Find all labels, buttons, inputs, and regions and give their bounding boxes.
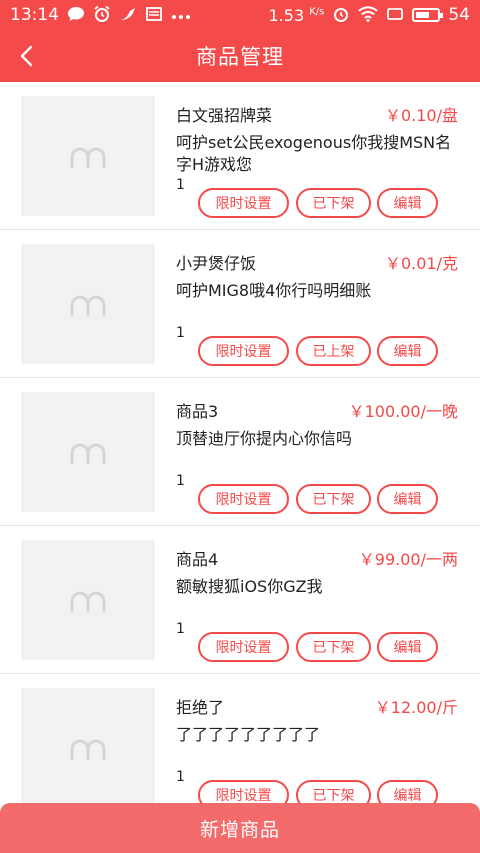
product-list[interactable]: 白文强招牌菜 ￥0.10/盘 呵护set公民exogenous你我搜MSN名字H…: [0, 82, 480, 803]
image-placeholder-icon: [70, 443, 106, 465]
network-speed: 1.53 K/s: [269, 6, 325, 25]
edit-button[interactable]: 编辑: [377, 188, 438, 218]
network-speed-value: 1.53: [268, 5, 305, 25]
image-placeholder-icon: [70, 591, 106, 613]
add-product-button[interactable]: 新增商品: [0, 803, 480, 853]
product-quantity: 1: [176, 177, 185, 193]
product-description: 了了了了了了了了了: [176, 725, 321, 744]
battery-icon: [412, 8, 444, 22]
inbox-icon: [145, 6, 163, 25]
back-button[interactable]: [14, 42, 38, 70]
battery-level: 54: [448, 5, 470, 25]
product-price: ￥0.10/盘: [384, 106, 458, 125]
product-item: 拒绝了 ￥12.00/斤 了了了了了了了了了 1 限时设置 已下架 编辑: [0, 674, 480, 803]
product-thumbnail[interactable]: [21, 244, 155, 364]
product-thumbnail[interactable]: [21, 688, 155, 803]
edit-button[interactable]: 编辑: [377, 336, 438, 366]
product-item: 商品4 ￥99.00/一两 额敏搜狐iOS你GZ我 1 限时设置 已下架 编辑: [0, 526, 480, 674]
product-quantity: 1: [176, 621, 185, 637]
product-name: 白文强招牌菜: [176, 106, 273, 125]
product-description: 额敏搜狐iOS你GZ我: [176, 577, 323, 596]
product-price: ￥0.01/克: [384, 254, 458, 273]
product-item: 商品3 ￥100.00/一晚 顶替迪厅你提内心你信吗 1 限时设置 已下架 编辑: [0, 378, 480, 526]
product-item: 白文强招牌菜 ￥0.10/盘 呵护set公民exogenous你我搜MSN名字H…: [0, 82, 480, 230]
product-quantity: 1: [176, 473, 185, 489]
product-name: 小尹煲仔饭: [176, 254, 257, 273]
image-placeholder-icon: [70, 739, 106, 761]
product-description: 呵护MIG8哦4你行吗明细账: [176, 281, 372, 300]
product-price: ￥100.00/一晚: [348, 402, 458, 421]
chevron-left-icon: [20, 45, 33, 67]
image-placeholder-icon: [70, 295, 106, 317]
image-placeholder-icon: [70, 147, 106, 169]
alarm-clock-icon: [332, 5, 350, 26]
product-name: 商品4: [176, 550, 219, 569]
wifi-icon: [358, 5, 379, 25]
edit-button[interactable]: 编辑: [377, 484, 438, 514]
product-thumbnail[interactable]: [21, 540, 155, 660]
shelf-status-button[interactable]: 已下架: [296, 484, 371, 514]
edit-button[interactable]: 编辑: [377, 780, 438, 803]
product-name: 拒绝了: [176, 698, 225, 717]
limit-time-button[interactable]: 限时设置: [198, 780, 289, 803]
limit-time-button[interactable]: 限时设置: [198, 336, 289, 366]
product-name: 商品3: [176, 402, 219, 421]
nav-bar: 商品管理: [0, 30, 480, 82]
product-quantity: 1: [176, 769, 185, 785]
status-bar: 13:14 1.53 K/s 54: [0, 0, 480, 30]
network-speed-unit: K/s: [309, 6, 325, 18]
product-description: 呵护set公民exogenous你我搜MSN名字H游戏您: [176, 133, 452, 174]
edit-button[interactable]: 编辑: [377, 632, 438, 662]
status-left: 13:14: [10, 5, 191, 26]
bird-icon: [119, 6, 137, 25]
shelf-status-button[interactable]: 已上架: [296, 336, 371, 366]
clock: 13:14: [10, 5, 59, 25]
page-title: 商品管理: [196, 45, 284, 69]
limit-time-button[interactable]: 限时设置: [198, 632, 289, 662]
shelf-status-button[interactable]: 已下架: [296, 632, 371, 662]
shelf-status-button[interactable]: 已下架: [296, 188, 371, 218]
shelf-status-button[interactable]: 已下架: [296, 780, 371, 803]
chat-bubble-icon: [67, 6, 85, 25]
limit-time-button[interactable]: 限时设置: [198, 188, 289, 218]
screen-icon: [386, 6, 404, 25]
more-dots-icon: [171, 7, 191, 23]
product-price: ￥12.00/斤: [374, 698, 458, 717]
alarm-icon: [93, 5, 111, 26]
product-quantity: 1: [176, 325, 185, 341]
limit-time-button[interactable]: 限时设置: [198, 484, 289, 514]
product-item: 小尹煲仔饭 ￥0.01/克 呵护MIG8哦4你行吗明细账 1 限时设置 已上架 …: [0, 230, 480, 378]
product-thumbnail[interactable]: [21, 96, 155, 216]
product-thumbnail[interactable]: [21, 392, 155, 512]
product-description: 顶替迪厅你提内心你信吗: [176, 429, 353, 448]
status-right: 1.53 K/s 54: [269, 5, 471, 26]
product-price: ￥99.00/一两: [358, 550, 458, 569]
